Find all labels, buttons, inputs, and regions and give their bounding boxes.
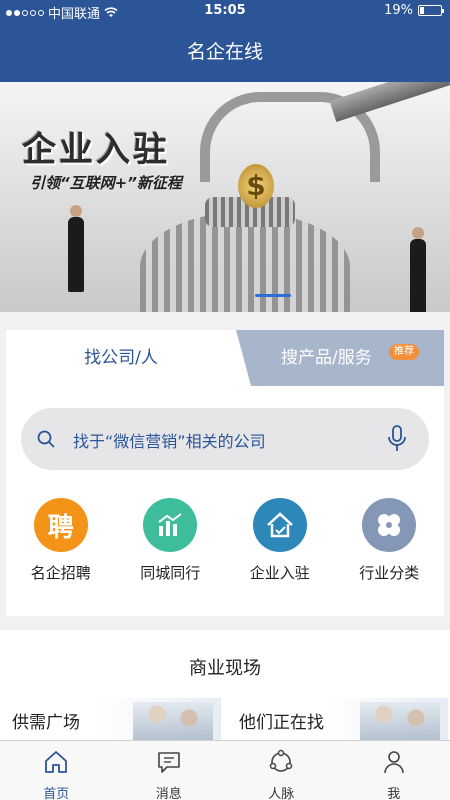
carousel-indicator[interactable]	[255, 294, 291, 297]
search-icon	[37, 430, 55, 448]
category-grid: 聘 名企招聘 同城同行 企业入驻 行业分类	[6, 498, 444, 583]
category-label: 名企招聘	[30, 564, 91, 582]
businessman-figure	[68, 205, 84, 292]
recommend-badge: 推荐	[389, 344, 419, 360]
clock: 15:05	[204, 3, 246, 18]
gear-graphic	[140, 212, 350, 312]
tab-label: 我	[387, 787, 401, 800]
tab-messages[interactable]: 消息	[113, 741, 226, 800]
supply-demand-card[interactable]: 供需广场	[0, 698, 221, 740]
recruit-icon: 聘	[33, 498, 88, 552]
tab-find-company[interactable]: 找公司/人	[6, 330, 236, 386]
bottom-tab-bar: 首页 消息 人脉 我	[0, 740, 450, 800]
category-industry[interactable]: 行业分类	[335, 498, 445, 583]
category-label: 行业分类	[359, 564, 420, 582]
card-title: 供需广场	[12, 713, 80, 733]
tab-me[interactable]: 我	[338, 741, 450, 800]
battery-icon	[418, 5, 444, 16]
message-icon	[157, 752, 180, 773]
banner-title: 企业入驻	[22, 130, 170, 170]
section-title: 商业现场	[189, 658, 261, 679]
microphone-icon[interactable]	[387, 425, 407, 453]
search-input[interactable]: 找于“微信营销”相关的公司	[21, 408, 429, 470]
category-label: 企业入驻	[249, 564, 310, 582]
robot-arm-base-graphic	[329, 82, 450, 123]
looking-for-card[interactable]: 他们正在找	[227, 698, 448, 740]
page-title: 名企在线	[186, 41, 263, 63]
people-photo	[360, 702, 440, 740]
category-local-peers[interactable]: 同城同行	[116, 498, 226, 583]
person-icon	[383, 751, 404, 774]
tab-label: 消息	[155, 787, 182, 800]
banner-subtitle: 引领“互联网+”新征程	[30, 174, 182, 192]
tab-home[interactable]: 首页	[0, 741, 113, 800]
dollar-coin-icon: $	[238, 164, 274, 208]
status-bar: 中国联通 15:05 19%	[0, 0, 450, 22]
business-section: 商业现场 供需广场 他们正在找	[0, 630, 450, 740]
card-title: 他们正在找	[239, 713, 324, 733]
nav-bar: 名企在线	[0, 22, 450, 82]
house-icon	[252, 498, 307, 552]
businessman-figure	[410, 227, 426, 312]
tab-label: 首页	[43, 787, 70, 800]
home-icon	[45, 751, 68, 773]
battery-percent: 19%	[384, 3, 413, 18]
category-enterprise-join[interactable]: 企业入驻	[225, 498, 335, 583]
tab-label: 人脉	[268, 787, 295, 800]
category-label: 同城同行	[140, 564, 201, 582]
category-recruit[interactable]: 聘 名企招聘	[6, 498, 116, 583]
search-card: 找公司/人 搜产品/服务 推荐 找于“微信营销”相关的公司 聘 名企招聘 同城同…	[6, 330, 444, 616]
search-placeholder: 找于“微信营销”相关的公司	[73, 432, 266, 451]
banner-carousel[interactable]: $ 企业入驻 引领“互联网+”新征程	[0, 82, 450, 312]
chart-icon	[143, 498, 198, 552]
people-photo	[133, 702, 213, 740]
network-icon	[270, 749, 293, 772]
clover-icon	[362, 498, 417, 552]
tab-network[interactable]: 人脉	[225, 741, 338, 800]
